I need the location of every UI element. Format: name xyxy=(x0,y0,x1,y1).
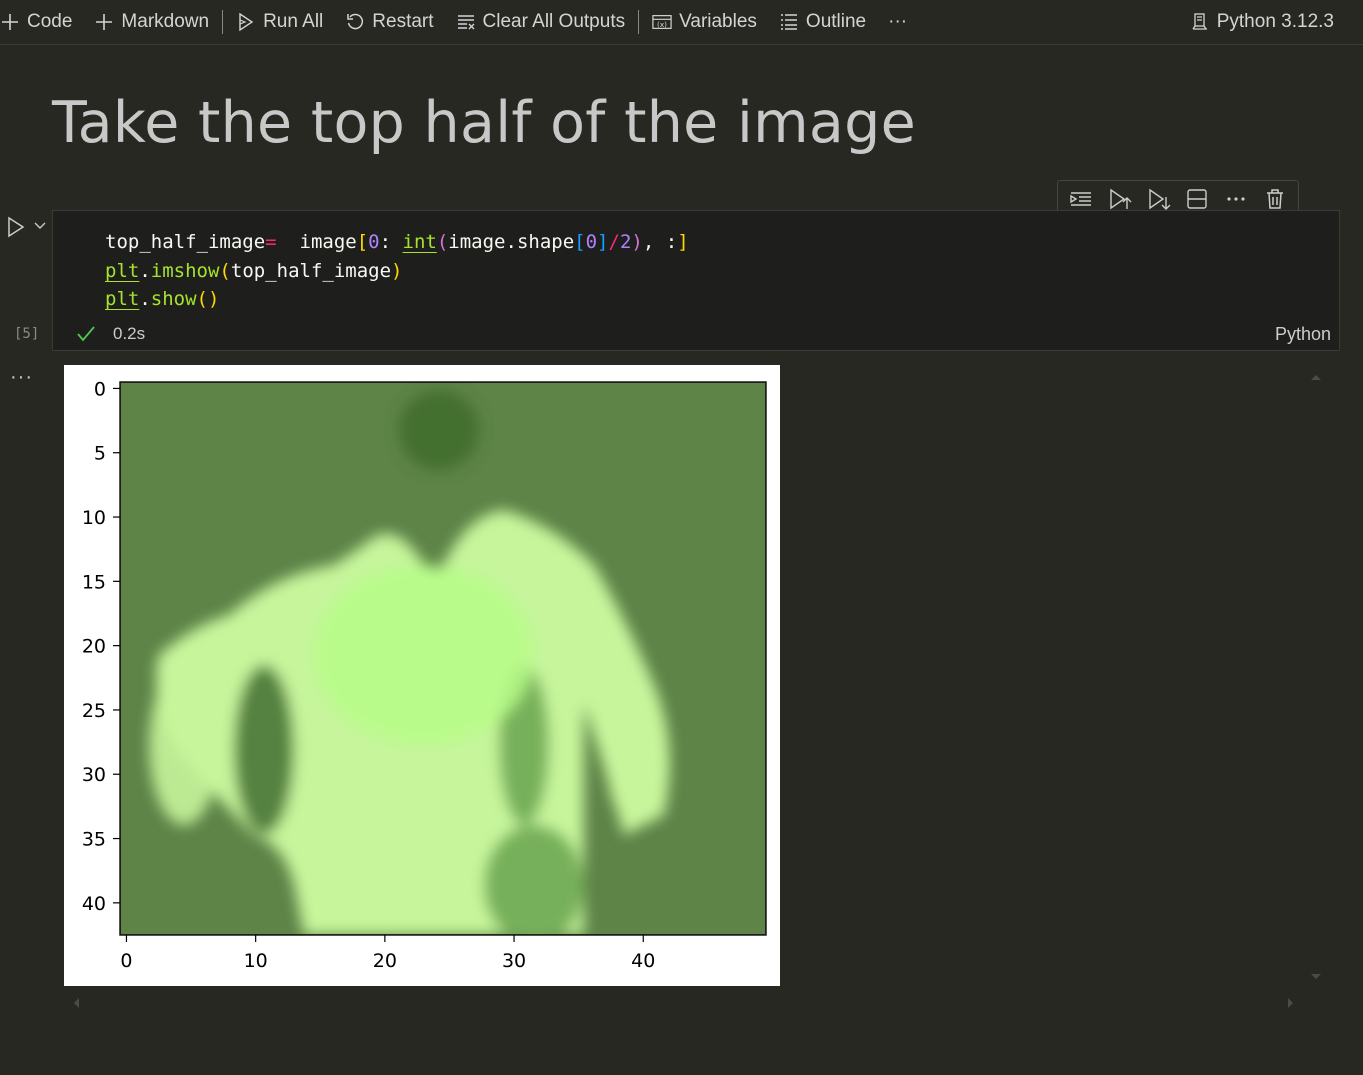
y-tick-label: 40 xyxy=(82,893,106,915)
x-tick-label: 10 xyxy=(244,950,268,972)
scroll-right-arrow-icon[interactable] xyxy=(1287,997,1295,1009)
x-axis: 0 10 20 30 40 xyxy=(120,935,655,972)
y-tick-label: 30 xyxy=(82,764,106,786)
x-tick-label: 40 xyxy=(631,950,655,972)
execution-count: [5] xyxy=(14,326,40,342)
y-tick-label: 20 xyxy=(82,636,106,658)
toolbar-divider xyxy=(222,10,224,34)
image-bright-region xyxy=(149,665,219,825)
x-tick-label: 30 xyxy=(502,950,526,972)
x-tick-label: 20 xyxy=(373,950,397,972)
cell-status: 0.2s xyxy=(75,323,145,345)
image-bright-region xyxy=(606,685,662,825)
y-axis: 0 5 10 15 20 25 30 35 40 xyxy=(82,378,120,915)
cell-language-picker[interactable]: Python xyxy=(1275,324,1331,345)
restart-icon xyxy=(347,13,364,30)
cell-output-image: 0 10 20 30 40 0 5 10 15 20 25 30 35 40 xyxy=(64,365,780,986)
scroll-left-arrow-icon[interactable] xyxy=(72,997,80,1009)
split-cell-icon xyxy=(1187,189,1207,209)
image-content xyxy=(120,382,766,935)
run-all-label: Run All xyxy=(263,11,324,32)
add-code-label: Code xyxy=(27,11,73,32)
y-tick-label: 5 xyxy=(94,443,106,465)
run-below-icon xyxy=(1148,188,1171,210)
variables-icon: (x) xyxy=(652,15,672,29)
scroll-up-arrow-icon[interactable] xyxy=(1310,373,1322,381)
clear-all-icon xyxy=(457,15,475,30)
scroll-down-arrow-icon[interactable] xyxy=(1310,973,1322,981)
more-actions-button[interactable]: ··· xyxy=(877,0,918,44)
code-cell[interactable]: top_half_image= image[0: int(image.shape… xyxy=(52,210,1340,351)
plus-icon xyxy=(96,14,113,30)
x-tick-label: 0 xyxy=(120,950,132,972)
outline-label: Outline xyxy=(805,11,867,32)
notebook-toolbar: Code Markdown Run All Restart Clear All … xyxy=(0,0,1363,45)
y-tick-label: 0 xyxy=(94,378,106,400)
variables-button[interactable]: (x) Variables xyxy=(641,0,768,44)
run-cell-icon[interactable] xyxy=(6,216,26,238)
image-dark-region xyxy=(234,665,294,835)
restart-label: Restart xyxy=(372,11,434,32)
output-more-button[interactable]: ··· xyxy=(10,366,33,389)
clear-all-outputs-label: Clear All Outputs xyxy=(482,11,626,32)
kernel-icon xyxy=(1192,13,1207,30)
run-above-icon xyxy=(1110,188,1132,210)
trash-icon xyxy=(1266,189,1283,209)
toolbar-divider xyxy=(638,10,640,34)
restart-button[interactable]: Restart xyxy=(334,0,444,44)
more-icon xyxy=(1227,197,1245,201)
code-line: top_half_image= image[0: int(image.shape… xyxy=(105,231,689,253)
add-markdown-button[interactable]: Markdown xyxy=(83,0,220,44)
chevron-down-icon[interactable] xyxy=(33,219,47,233)
kernel-picker[interactable]: Python 3.12.3 xyxy=(1179,0,1345,44)
outline-button[interactable]: Outline xyxy=(768,0,877,44)
add-code-button[interactable]: Code xyxy=(0,0,83,44)
cell-duration: 0.2s xyxy=(113,324,146,343)
svg-text:(x): (x) xyxy=(657,20,667,29)
y-tick-label: 25 xyxy=(82,700,106,722)
kernel-label: Python 3.12.3 xyxy=(1216,11,1334,32)
y-tick-label: 10 xyxy=(82,507,106,529)
image-dark-region xyxy=(399,390,479,470)
code-line: plt.show() xyxy=(105,288,220,310)
image-mid-region xyxy=(484,825,584,935)
outline-icon xyxy=(780,14,797,30)
code-line: plt.imshow(top_half_image) xyxy=(105,259,403,282)
plus-icon xyxy=(2,14,18,30)
y-tick-label: 15 xyxy=(82,571,106,593)
add-markdown-label: Markdown xyxy=(121,11,210,32)
y-tick-label: 35 xyxy=(82,829,106,851)
clear-all-outputs-button[interactable]: Clear All Outputs xyxy=(445,0,637,44)
run-all-button[interactable]: Run All xyxy=(225,0,334,44)
more-icon: ··· xyxy=(888,11,908,32)
markdown-heading[interactable]: Take the top half of the image xyxy=(52,90,916,156)
image-bright-region xyxy=(314,565,534,745)
check-icon xyxy=(77,326,95,342)
imshow-plot: 0 10 20 30 40 0 5 10 15 20 25 30 35 40 xyxy=(82,378,767,972)
execute-above-icon xyxy=(1070,192,1092,206)
variables-label: Variables xyxy=(679,11,757,32)
code-editor[interactable]: top_half_image= image[0: int(image.shape… xyxy=(105,228,689,314)
run-all-icon xyxy=(239,12,254,32)
